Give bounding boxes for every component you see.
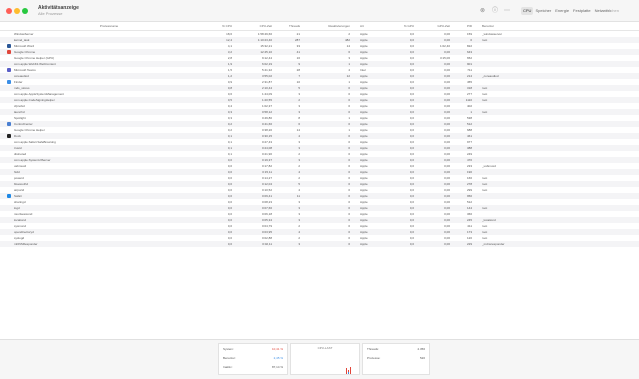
load-bar-system bbox=[346, 368, 347, 374]
cell-kind: Apple bbox=[360, 242, 368, 246]
search-icon: ⌕ bbox=[602, 8, 605, 13]
search-placeholder: Suchen bbox=[605, 8, 619, 13]
cpu-load-chart bbox=[346, 367, 351, 374]
app-icon bbox=[7, 134, 11, 138]
cell-gtime: 0,00 bbox=[444, 242, 450, 246]
column-header-threads[interactable]: Threads bbox=[278, 22, 300, 30]
more-icon[interactable]: ⋯ bbox=[504, 7, 510, 15]
load-bar-user bbox=[348, 372, 349, 374]
window-subtitle: Alle Prozesse bbox=[38, 11, 63, 16]
app-icon bbox=[7, 122, 11, 126]
tab-bar: CPU Speicher Energie Festplatte Netzwerk bbox=[521, 7, 613, 15]
column-header-user[interactable]: Benutzer bbox=[482, 22, 536, 30]
app-icon bbox=[7, 50, 11, 54]
minimize-window-button[interactable] bbox=[14, 8, 20, 14]
tab-3[interactable]: Festplatte bbox=[571, 7, 593, 15]
cell-cpu: 0,0 bbox=[227, 242, 232, 246]
stat-label-system: System: bbox=[223, 347, 234, 351]
column-header-kind[interactable]: Art bbox=[360, 22, 382, 30]
count-value-processes: 520 bbox=[419, 356, 425, 360]
cell-gpu: 0,0 bbox=[409, 242, 414, 246]
app-icon bbox=[7, 194, 11, 198]
column-header-gtime[interactable]: GPU-Zeit bbox=[420, 22, 450, 30]
cell-name: mDNSResponder bbox=[14, 242, 38, 246]
table-row[interactable]: mDNSResponder 0,0 0:02,11 3 0 Apple 0,0 0,00 229… bbox=[0, 241, 639, 247]
column-header-pid[interactable]: PID bbox=[456, 22, 472, 30]
table-header: Prozessname % CPU CPU-Zeit Threads Reaktivie… bbox=[0, 22, 639, 31]
column-header-cpu[interactable]: % CPU bbox=[210, 22, 232, 30]
stat-value-idle: 87,14 % bbox=[271, 365, 283, 369]
tab-1[interactable]: Speicher bbox=[533, 7, 553, 15]
stat-value-system: 10,41 % bbox=[271, 347, 283, 351]
cpu-load-graph: CPU-LAST bbox=[290, 343, 360, 375]
count-value-threads: 2.356 bbox=[417, 347, 425, 351]
load-bar-system bbox=[350, 367, 351, 374]
process-table: WindowServer 18,6 1:58:49,66 21 2 Apple 0,0 0,0… bbox=[0, 31, 639, 247]
stat-label-idle: Inaktiv: bbox=[223, 365, 233, 369]
search-input[interactable]: ⌕ Suchen bbox=[602, 7, 634, 15]
column-header-time[interactable]: CPU-Zeit bbox=[236, 22, 272, 30]
cell-wake: 0 bbox=[348, 242, 350, 246]
column-header-gpu[interactable]: % GPU bbox=[392, 22, 414, 30]
tab-2[interactable]: Energie bbox=[553, 7, 571, 15]
tab-0[interactable]: CPU bbox=[521, 7, 534, 15]
info-icon[interactable]: ⓘ bbox=[492, 7, 498, 15]
cell-threads: 3 bbox=[298, 242, 300, 246]
count-label-processes: Prozesse: bbox=[367, 356, 381, 360]
column-header-name[interactable]: Prozessname bbox=[14, 22, 204, 30]
cpu-stats-panel: System: 10,41 % Benutzer: 2,45 % Inaktiv… bbox=[218, 343, 288, 375]
stat-label-user: Benutzer: bbox=[223, 356, 236, 360]
cell-user: _mdnsresponder bbox=[482, 242, 505, 246]
process-counts-panel: Threads: 2.356 Prozesse: 520 bbox=[362, 343, 430, 375]
activity-monitor-window: Aktivitätsanzeige Alle Prozesse ⊗ ⓘ ⋯ CP… bbox=[0, 0, 639, 379]
app-icon bbox=[7, 44, 11, 48]
zoom-window-button[interactable] bbox=[22, 8, 28, 14]
close-process-icon[interactable]: ⊗ bbox=[480, 7, 485, 15]
column-header-wake[interactable]: Reaktivierungen bbox=[306, 22, 350, 30]
cell-time: 0:02,11 bbox=[262, 242, 272, 246]
cell-pid: 229 bbox=[466, 242, 472, 246]
app-icon bbox=[7, 80, 11, 84]
app-icon bbox=[7, 68, 11, 72]
footer-panel: System: 10,41 % Benutzer: 2,45 % Inaktiv… bbox=[0, 339, 639, 379]
close-window-button[interactable] bbox=[6, 8, 12, 14]
stat-value-user: 2,45 % bbox=[273, 356, 283, 360]
count-label-threads: Threads: bbox=[367, 347, 379, 351]
title-bar: Aktivitätsanzeige Alle Prozesse ⊗ ⓘ ⋯ CP… bbox=[0, 0, 639, 22]
